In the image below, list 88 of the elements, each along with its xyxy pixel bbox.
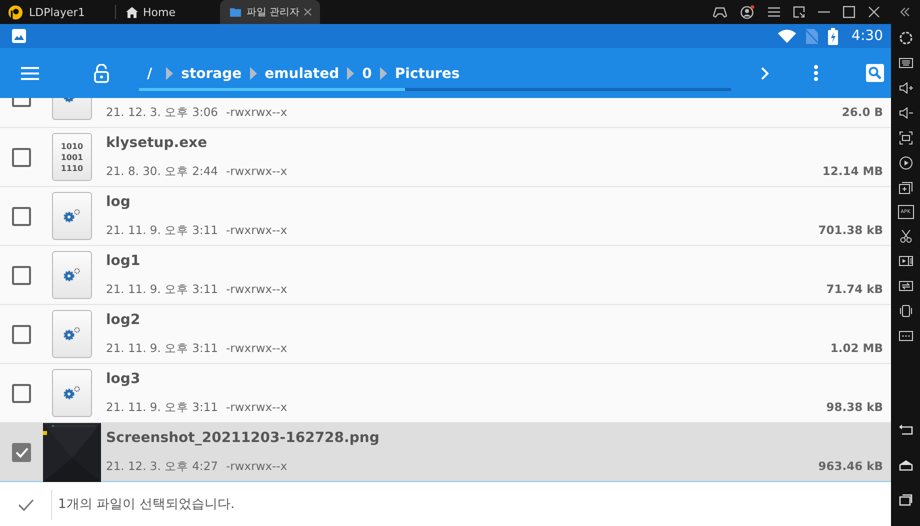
file-name: log1	[106, 253, 142, 271]
settings-file-icon	[52, 192, 92, 240]
file-date: 21. 11. 9. 오후 3:11	[106, 282, 218, 297]
more-icon[interactable]	[898, 328, 914, 344]
scissors-icon[interactable]	[898, 228, 914, 244]
file-date: 21. 12. 3. 오후 4:27	[106, 459, 218, 474]
breadcrumb[interactable]: Pictures	[392, 66, 462, 82]
file-name: log3	[106, 371, 142, 389]
app-name: LDPlayer1	[29, 6, 86, 18]
volume-up-icon[interactable]	[898, 80, 914, 96]
chevron-icon	[166, 67, 174, 80]
checkbox[interactable]	[12, 266, 31, 284]
settings-file-icon	[52, 251, 92, 299]
breadcrumb[interactable]: emulated	[262, 66, 342, 82]
checkbox[interactable]	[12, 324, 31, 344]
file-size: 12.14 MB	[822, 164, 883, 179]
minimize-icon[interactable]	[818, 11, 830, 13]
gamepad-icon[interactable]	[713, 6, 727, 18]
settings-file-icon	[52, 369, 92, 417]
recents-icon[interactable]	[898, 492, 914, 508]
file-size: 98.38 kB	[826, 400, 883, 415]
file-permissions: -rwxrwx--x	[226, 105, 288, 119]
file-size: 1.02 MB	[830, 341, 883, 356]
file-date: 21. 11. 9. 오후 3:11	[106, 341, 218, 356]
sync-icon[interactable]	[898, 278, 914, 294]
video-icon[interactable]	[898, 253, 914, 269]
window-tab[interactable]: 파일 관리자	[220, 0, 320, 24]
breadcrumb[interactable]: 0	[360, 66, 374, 82]
logo-icon	[8, 4, 23, 20]
shake-icon[interactable]	[898, 303, 914, 319]
file-date: 21. 12. 3. 오후 3:06	[106, 105, 218, 119]
file-size: 26.0 B	[842, 105, 883, 119]
close-tab-icon[interactable]	[304, 8, 312, 16]
checkbox[interactable]	[12, 384, 31, 402]
folder-icon	[230, 7, 242, 17]
breadcrumb[interactable]: /	[139, 66, 160, 82]
more-options-icon[interactable]	[814, 65, 818, 81]
file-permissions: -rwxrwx--x	[226, 459, 288, 474]
collapse-icon[interactable]	[899, 7, 911, 17]
file-row[interactable]: 21. 12. 3. 오후 3:06 -rwxrwx--x 26.0 B	[0, 98, 891, 128]
breadcrumb[interactable]: storage	[179, 66, 244, 82]
chevron-icon	[380, 67, 387, 80]
settings-file-icon	[52, 310, 92, 358]
checkbox[interactable]	[12, 442, 31, 462]
file-row[interactable]: Screenshot_20211203-162728.png 21. 12. 3. 오후 4:27 -rwxrwx--x 963.46 kB	[0, 423, 891, 482]
file-name: log	[106, 194, 132, 212]
file-permissions: -rwxrwx--x	[226, 164, 288, 179]
keyboard-icon[interactable]	[898, 55, 914, 71]
maximize-icon[interactable]	[843, 6, 855, 18]
file-name: klysetup.exe	[106, 135, 208, 153]
clock-text: 4:30	[852, 28, 883, 44]
battery-icon	[828, 28, 838, 44]
file-size: 71.74 kB	[826, 282, 883, 297]
unlocked-padlock-icon[interactable]	[94, 64, 109, 82]
file-name: log2	[106, 312, 142, 330]
image-icon	[12, 29, 26, 43]
file-date: 21. 8. 30. 오후 2:44	[106, 164, 218, 179]
wifi-icon	[778, 29, 796, 43]
checkbox[interactable]	[12, 206, 31, 226]
chevron-right-icon[interactable]	[761, 66, 769, 80]
file-size: 701.38 kB	[818, 223, 883, 238]
binary-file-icon: 1010 1001 1110	[52, 133, 92, 181]
user-icon[interactable]	[740, 5, 755, 19]
file-name: Screenshot_20211203-162728.png	[106, 430, 380, 448]
screenshot-icon[interactable]	[898, 130, 914, 146]
checkmark-icon[interactable]	[18, 498, 34, 510]
close-icon[interactable]	[868, 6, 880, 18]
file-date: 21. 11. 9. 오후 3:11	[106, 400, 218, 415]
file-permissions: -rwxrwx--x	[226, 282, 288, 297]
file-permissions: -rwxrwx--x	[226, 341, 288, 356]
chevron-icon	[250, 67, 257, 80]
search-icon[interactable]	[866, 64, 884, 82]
file-size: 963.46 kB	[818, 459, 883, 474]
no-sim-icon	[806, 28, 818, 44]
selection-message: 1개의 파일이 선택되었습니다.	[51, 490, 235, 520]
multi-window-icon[interactable]	[898, 180, 914, 196]
file-date: 21. 11. 9. 오후 3:11	[106, 223, 218, 238]
window-tab[interactable]: Home	[116, 0, 210, 24]
settings-icon[interactable]	[898, 30, 914, 46]
menu-icon[interactable]	[768, 7, 780, 17]
record-icon[interactable]	[898, 155, 914, 171]
home-icon	[126, 6, 138, 18]
chevron-icon	[347, 67, 354, 80]
resize-icon[interactable]	[793, 6, 805, 18]
file-permissions: -rwxrwx--x	[226, 400, 288, 415]
volume-down-icon[interactable]	[898, 105, 914, 121]
file-permissions: -rwxrwx--x	[226, 223, 288, 238]
checkbox[interactable]	[12, 148, 31, 166]
